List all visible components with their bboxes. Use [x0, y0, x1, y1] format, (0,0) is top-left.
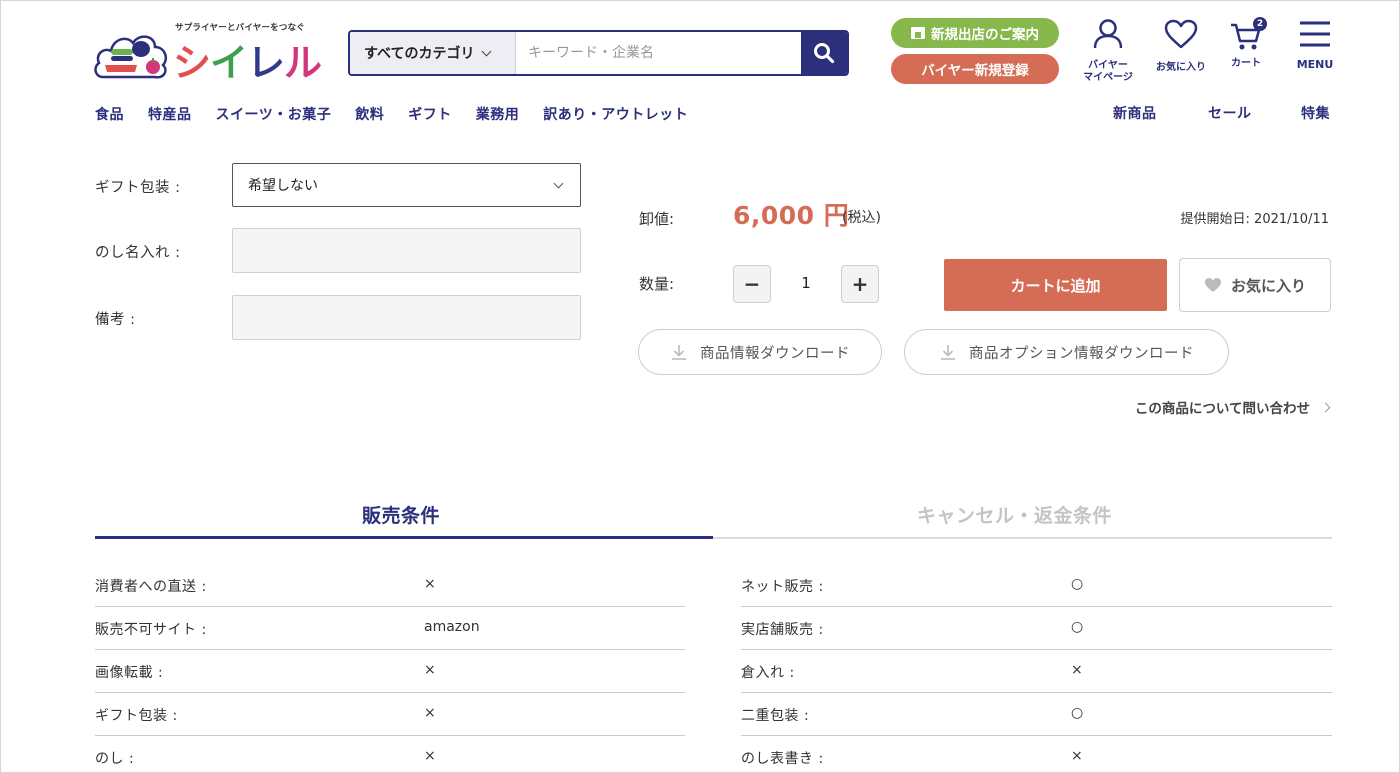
site-logo[interactable]: サプライヤーとバイヤーをつなぐ シイレル [93, 21, 323, 85]
quantity-value[interactable]: 1 [791, 274, 821, 292]
search-bar: すべてのカテゴリ [348, 30, 849, 76]
menu-label: MENU [1296, 58, 1334, 71]
search-icon [814, 43, 835, 64]
nav-item-specialty[interactable]: 特産品 [148, 104, 192, 124]
buyer-register-button[interactable]: バイヤー新規登録 [891, 54, 1059, 84]
condition-row: のし表書き : × [741, 748, 1083, 767]
noshi-name-input[interactable] [232, 228, 581, 273]
condition-row: ギフト包装 : × [95, 693, 685, 736]
heart-icon [1164, 19, 1198, 49]
nav-item-outlet[interactable]: 訳あり・アウトレット [543, 104, 688, 124]
note-label: 備考 : [95, 312, 136, 328]
cart-count-badge: 2 [1253, 17, 1267, 31]
quantity-decrease-button[interactable]: − [733, 265, 771, 303]
cart-label: カート [1231, 58, 1261, 69]
store-info-label: 新規出店のご案内 [931, 27, 1039, 43]
nav-item-business[interactable]: 業務用 [476, 104, 520, 124]
gift-wrap-value: 希望しない [248, 178, 318, 194]
logo-cloud-icon [94, 35, 167, 79]
search-input[interactable] [516, 32, 801, 74]
download-icon [941, 345, 955, 360]
chevron-down-icon [553, 178, 564, 189]
hamburger-icon [1300, 21, 1330, 47]
user-icon [1093, 19, 1123, 49]
chevron-down-icon [482, 46, 492, 56]
download-option-info-label: 商品オプション情報ダウンロード [969, 345, 1194, 362]
search-category-label: すべてのカテゴリ [364, 46, 475, 62]
gift-wrap-select[interactable]: 希望しない [232, 163, 581, 207]
mypage-label-2: マイページ [1083, 72, 1133, 83]
condition-row: ネット販売 : ○ [741, 564, 1332, 607]
buyer-register-label: バイヤー新規登録 [921, 63, 1029, 79]
tab-sales-conditions[interactable]: 販売条件 [362, 501, 440, 528]
store-icon [911, 27, 925, 39]
search-button[interactable] [801, 32, 847, 74]
condition-row: 二重包装 : ○ [741, 693, 1332, 736]
download-option-info-button[interactable]: 商品オプション情報ダウンロード [904, 329, 1229, 375]
tab-cancel-conditions[interactable]: キャンセル・返金条件 [917, 501, 1112, 528]
noshi-name-label: のし名入れ : [95, 245, 181, 261]
add-favorite-button[interactable]: お気に入り [1179, 258, 1331, 312]
nav-item-food[interactable]: 食品 [95, 104, 124, 124]
nav-item-drinks[interactable]: 飲料 [355, 104, 384, 124]
condition-row: 販売不可サイト : amazon [95, 607, 685, 650]
add-favorite-label: お気に入り [1230, 276, 1306, 295]
nav-item-feature[interactable]: 特集 [1301, 103, 1330, 123]
mypage-link[interactable]: バイヤー マイページ [1079, 19, 1137, 84]
favorites-label: お気に入り [1156, 62, 1206, 73]
chevron-right-icon [1320, 402, 1331, 412]
nav-item-gift[interactable]: ギフト [408, 104, 452, 124]
nav-item-sale[interactable]: セール [1208, 103, 1252, 123]
condition-row: のし : × [95, 748, 436, 767]
category-nav: 食品 特産品 スイーツ・お菓子 飲料 ギフト 業務用 訳あり・アウトレット [95, 104, 712, 124]
favorites-link[interactable]: お気に入り [1152, 19, 1210, 74]
note-input[interactable] [232, 295, 581, 340]
quantity-label: 数量: [639, 275, 675, 293]
condition-row: 消費者への直送 : × [95, 564, 685, 607]
nav-item-sweets[interactable]: スイーツ・お菓子 [216, 104, 332, 124]
gift-wrap-label: ギフト包装 : [95, 180, 181, 196]
wholesale-price-label: 卸値: [639, 210, 675, 228]
product-inquiry-link[interactable]: この商品について問い合わせ [1134, 397, 1331, 417]
download-icon [672, 345, 686, 360]
tax-note: (税込) [842, 210, 881, 226]
cart-link[interactable]: 2 カート [1227, 17, 1267, 70]
page: サプライヤーとバイヤーをつなぐ シイレル すべてのカテゴリ 新規出店のご案内 バ… [0, 0, 1400, 773]
condition-row: 実店舗販売 : ○ [741, 607, 1332, 650]
tab-active-indicator [95, 536, 713, 539]
store-info-button[interactable]: 新規出店のご案内 [891, 18, 1059, 48]
start-date: 提供開始日: 2021/10/11 [1180, 212, 1329, 227]
nav-item-new[interactable]: 新商品 [1113, 103, 1157, 123]
wholesale-price: 6,000 円 [733, 201, 850, 230]
product-inquiry-label: この商品について問い合わせ [1134, 401, 1310, 417]
add-to-cart-button[interactable]: カートに追加 [944, 259, 1167, 311]
mypage-label-1: バイヤー [1088, 60, 1128, 71]
condition-row: 画像転載 : × [95, 650, 685, 693]
search-category-select[interactable]: すべてのカテゴリ [350, 32, 516, 74]
menu-button[interactable]: MENU [1296, 19, 1334, 71]
logo-wordmark: シイレル [173, 41, 322, 85]
download-product-info-label: 商品情報ダウンロード [700, 345, 850, 362]
heart-icon [1204, 278, 1221, 292]
download-product-info-button[interactable]: 商品情報ダウンロード [638, 329, 882, 375]
quantity-increase-button[interactable]: + [841, 265, 879, 303]
condition-row: 倉入れ : × [741, 650, 1332, 693]
